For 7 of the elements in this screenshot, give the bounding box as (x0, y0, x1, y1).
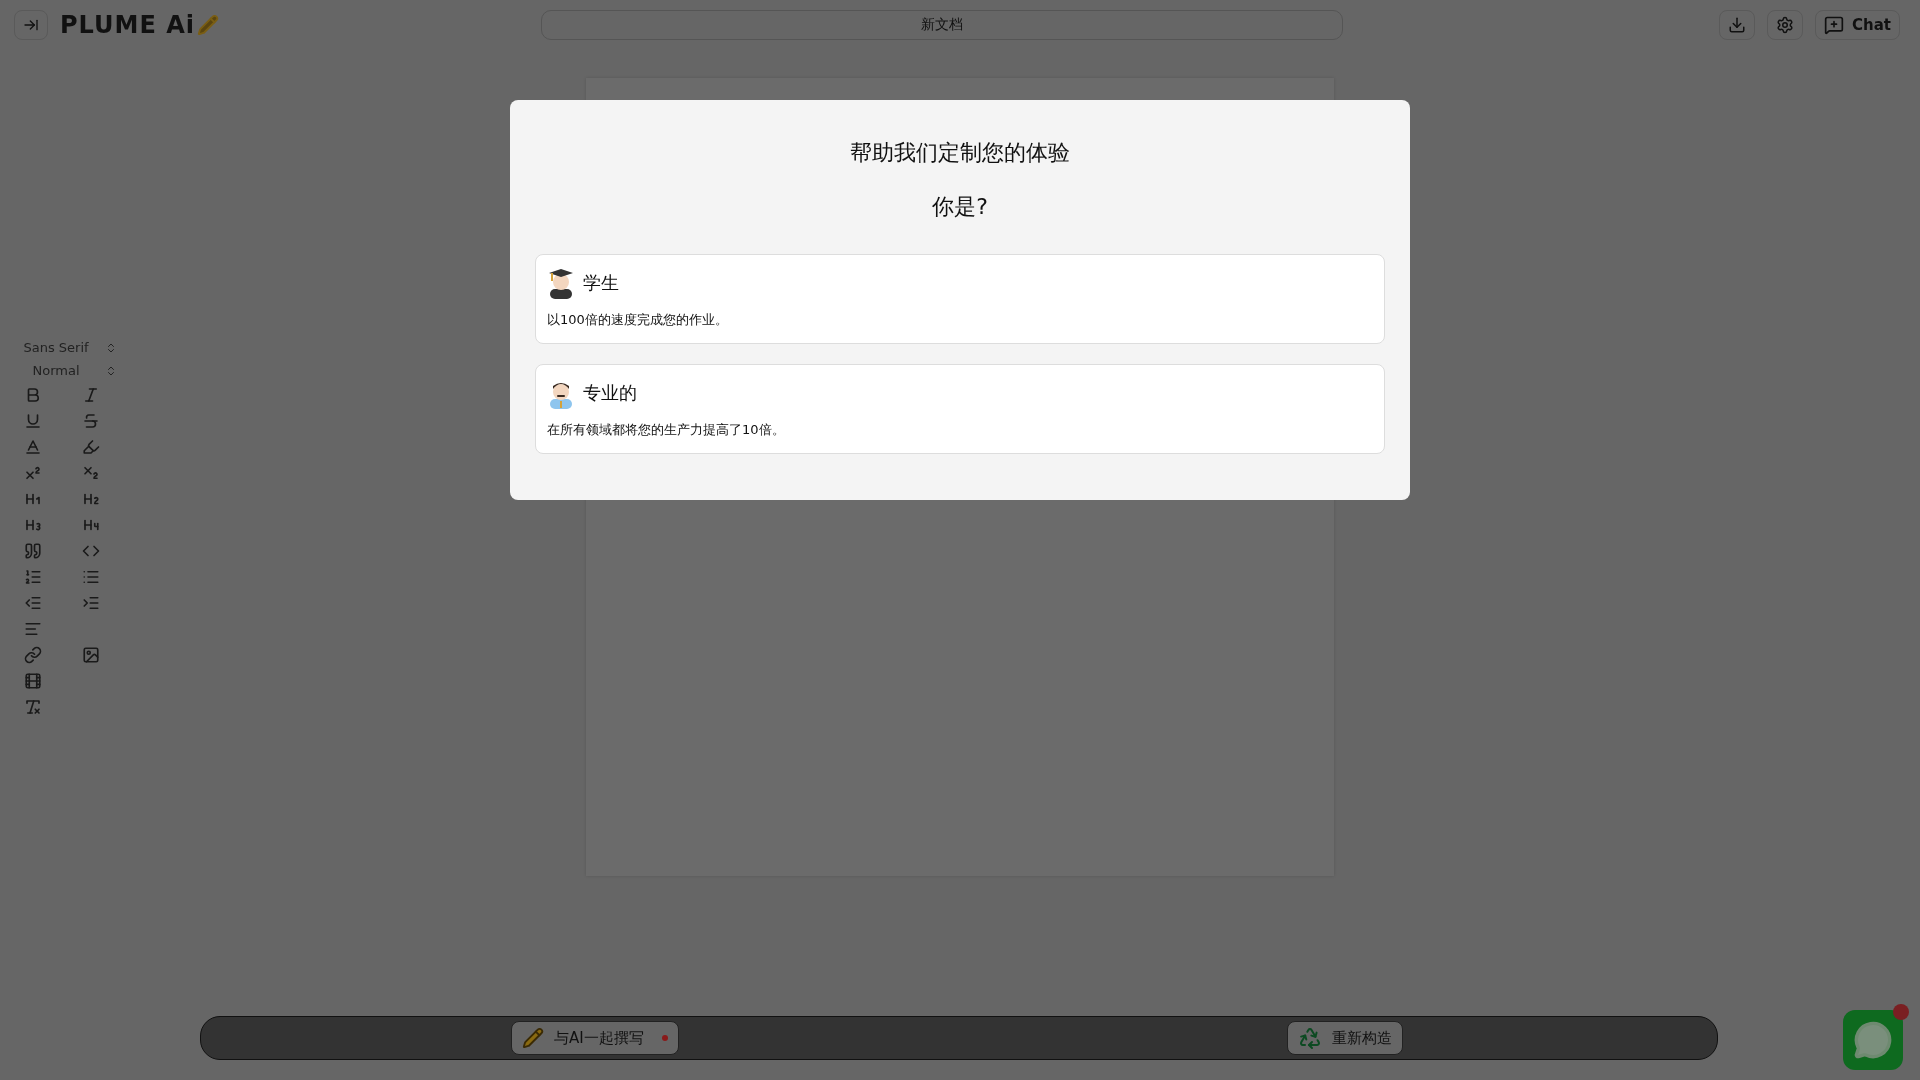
role-title: 专业的 (583, 381, 637, 405)
role-description: 以100倍的速度完成您的作业。 (547, 311, 729, 329)
logo: PLUME Ai (60, 11, 195, 39)
role-description: 在所有领域都将您的生产力提高了10倍。 (547, 421, 786, 439)
dialog-question: 你是? (932, 193, 988, 221)
dialog-title: 帮助我们定制您的体验 (850, 139, 1070, 167)
role-title: 学生 (583, 271, 619, 295)
